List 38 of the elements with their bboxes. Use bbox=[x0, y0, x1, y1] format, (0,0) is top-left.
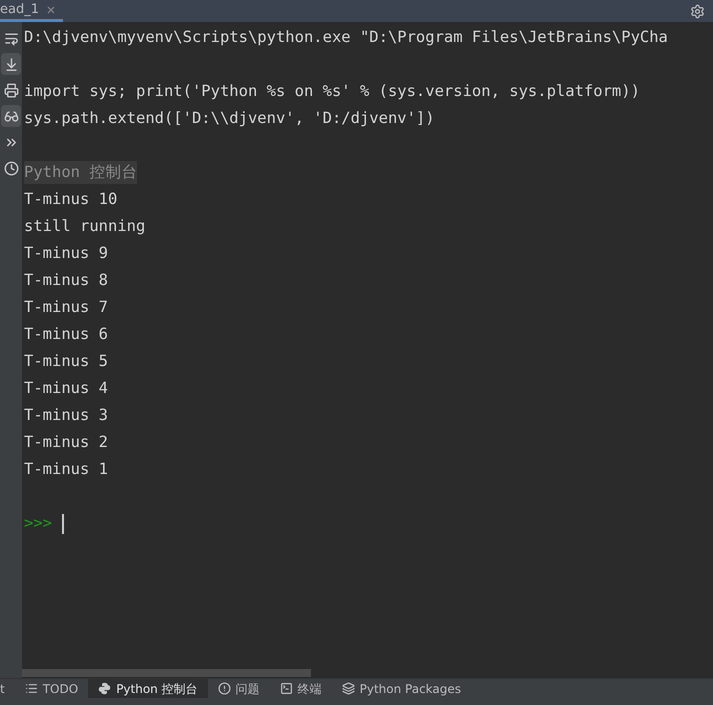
console-line: T-minus 10 bbox=[24, 188, 118, 210]
settings-icon[interactable] bbox=[690, 4, 705, 18]
console-line: T-minus 2 bbox=[24, 432, 108, 453]
tool-window-tab[interactable]: Python Packages bbox=[332, 679, 472, 698]
console-line: sys.path.extend(['D:\\djvenv', 'D:/djvenv']) bbox=[24, 108, 435, 129]
tool-window-tab[interactable]: 终端 bbox=[270, 679, 332, 698]
close-icon[interactable] bbox=[47, 6, 55, 14]
console-line: T-minus 4 bbox=[24, 378, 108, 399]
console-line: D:\djvenv\myvenv\Scripts\python.exe "D:\Program Files\JetBrains\PyCha bbox=[24, 26, 668, 48]
tool-window-tab[interactable]: 问题 bbox=[208, 679, 270, 698]
toolbar-button[interactable] bbox=[1, 105, 21, 127]
wrap-icon bbox=[4, 30, 18, 46]
scroll-down-icon bbox=[4, 56, 18, 72]
console-line: T-minus 9 bbox=[24, 242, 108, 264]
print-icon bbox=[4, 82, 18, 98]
console-line: T-minus 6 bbox=[24, 324, 108, 345]
prompt: >>> bbox=[24, 512, 52, 534]
tool-window-tab[interactable]: TODO bbox=[14, 679, 88, 698]
layers-icon bbox=[342, 682, 355, 695]
console-line: T-minus 1 bbox=[24, 458, 108, 480]
glasses-icon bbox=[4, 108, 18, 124]
terminal-icon bbox=[280, 682, 293, 695]
text-cursor bbox=[62, 514, 64, 534]
alert-icon bbox=[218, 682, 231, 695]
console-line: import sys; print('Python %s on %s' % (sys.version, sys.platform)) bbox=[24, 80, 640, 102]
clock-icon bbox=[4, 160, 18, 176]
tool-window-tab[interactable]: Python 控制台 bbox=[88, 679, 208, 698]
console-line: T-minus 3 bbox=[24, 404, 108, 426]
console-banner: Python 控制台 bbox=[24, 161, 138, 184]
tool-window-tab[interactable]: t bbox=[0, 679, 15, 698]
list-icon bbox=[24, 682, 38, 695]
console-line: T-minus 7 bbox=[24, 296, 108, 318]
console-line: T-minus 5 bbox=[24, 350, 108, 372]
python-icon bbox=[98, 682, 112, 695]
console-line: T-minus 8 bbox=[24, 270, 108, 291]
console-line: still running bbox=[24, 216, 146, 237]
toolbar-button[interactable] bbox=[1, 53, 21, 75]
scrollbar-thumb[interactable] bbox=[22, 669, 311, 677]
